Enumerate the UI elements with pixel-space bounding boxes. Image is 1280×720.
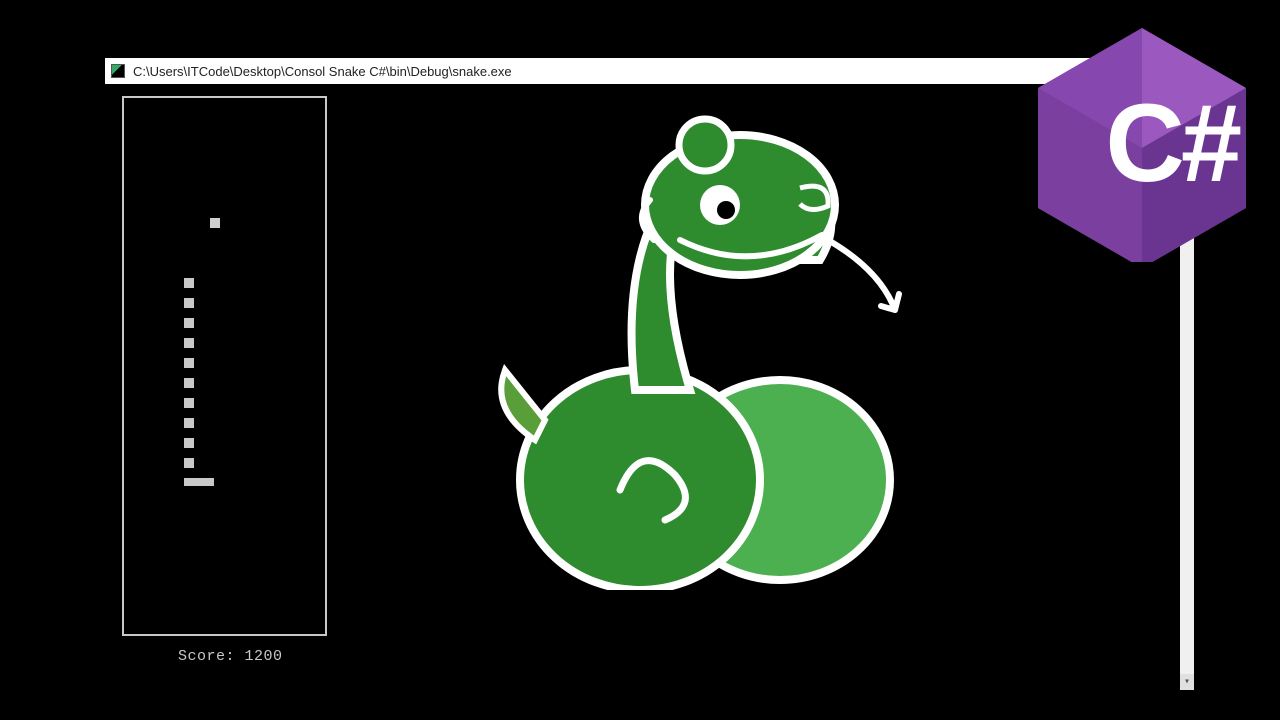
snake-segment	[184, 398, 194, 408]
app-icon	[111, 64, 125, 78]
game-playfield-border	[122, 96, 327, 636]
snake-segment	[184, 418, 194, 428]
csharp-label: C#	[1105, 80, 1238, 207]
food-cell	[210, 218, 220, 228]
scroll-down-arrow[interactable]: ▾	[1180, 674, 1194, 690]
snake-segment	[184, 318, 194, 328]
score-display: Score: 1200	[178, 648, 283, 665]
snake-tail	[184, 478, 214, 486]
snake-segment	[184, 458, 194, 468]
window-titlebar[interactable]: C:\Users\ITCode\Desktop\Consol Snake C#\…	[105, 58, 1180, 84]
window-title: C:\Users\ITCode\Desktop\Consol Snake C#\…	[133, 64, 512, 79]
snake-segment	[184, 278, 194, 288]
game-playfield[interactable]	[124, 98, 325, 634]
score-value: 1200	[245, 648, 283, 665]
snake-segment	[184, 298, 194, 308]
snake-segment	[184, 378, 194, 388]
snake-segment	[184, 338, 194, 348]
snake-illustration	[450, 110, 930, 590]
score-label: Score:	[178, 648, 245, 665]
snake-segment	[184, 358, 194, 368]
snake-segment	[184, 438, 194, 448]
